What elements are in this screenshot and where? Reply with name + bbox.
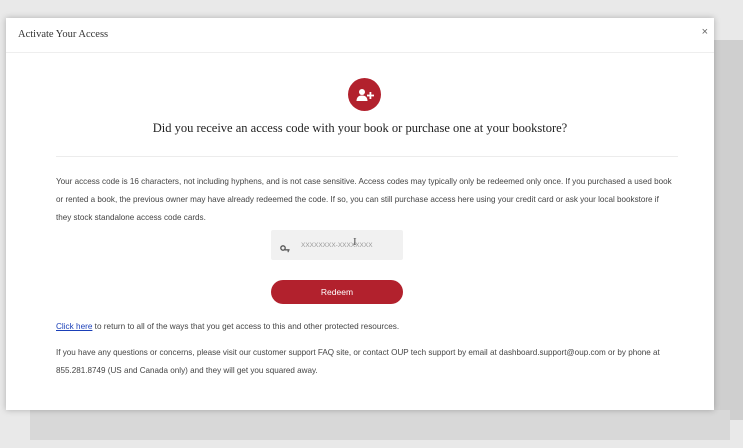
close-button[interactable]: × (702, 27, 708, 38)
add-user-icon (348, 78, 381, 111)
text-cursor-icon: I (353, 236, 357, 248)
click-here-link[interactable]: Click here (56, 322, 92, 331)
access-code-field: I (271, 230, 403, 260)
return-line: Click here to return to all of the ways … (56, 322, 399, 331)
access-code-info: Your access code is 16 characters, not i… (56, 177, 672, 222)
modal-title: Activate Your Access (18, 29, 109, 40)
activate-access-modal: Activate Your Access × Did you receive a… (6, 18, 714, 410)
background-block (30, 410, 730, 440)
modal-header: Activate Your Access × (6, 18, 714, 53)
background-block (712, 40, 743, 420)
access-question: Did you receive an access code with your… (152, 121, 568, 135)
key-icon (280, 240, 290, 258)
contact-info: If you have any questions or concerns, p… (56, 348, 660, 375)
return-text: to return to all of the ways that you ge… (92, 322, 400, 331)
redeem-button[interactable]: Redeem (271, 280, 403, 304)
divider (56, 156, 678, 157)
access-code-input[interactable] (301, 236, 397, 254)
